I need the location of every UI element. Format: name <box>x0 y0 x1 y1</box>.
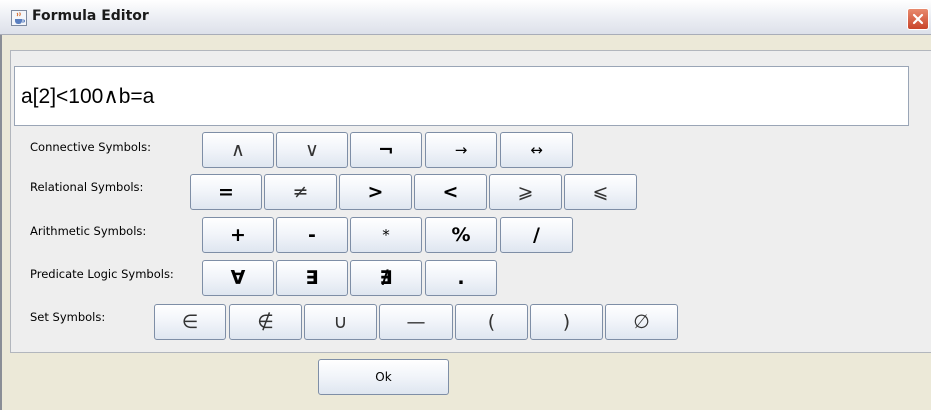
dot-symbol-button[interactable]: . <box>425 260 497 296</box>
close-paren-symbol-button[interactable]: ) <box>530 304 603 340</box>
not-equals-symbol-button[interactable]: ≠ <box>264 174 337 210</box>
greater-than-symbol-button[interactable]: > <box>339 174 412 210</box>
divide-symbol-button[interactable]: / <box>500 217 573 253</box>
not-element-of-symbol-button[interactable]: ∉ <box>229 304 302 340</box>
close-x-icon <box>912 13 924 25</box>
plus-symbol-button[interactable]: + <box>202 217 274 253</box>
equals-symbol-button[interactable]: = <box>190 174 262 210</box>
minus-symbol-button[interactable]: - <box>276 217 348 253</box>
java-cup-icon <box>11 10 27 26</box>
union-symbol-button[interactable]: ∪ <box>304 304 377 340</box>
multiply-symbol-button[interactable]: * <box>350 217 422 253</box>
window-title: Formula Editor <box>32 8 149 24</box>
empty-set-symbol-button[interactable]: ∅ <box>605 304 678 340</box>
open-paren-symbol-button[interactable]: ( <box>455 304 528 340</box>
connective-symbols-label: Connective Symbols: <box>30 140 151 154</box>
formula-input[interactable] <box>14 66 909 126</box>
and-symbol-button[interactable]: ∧ <box>202 132 274 168</box>
ok-button[interactable]: Ok <box>318 359 449 395</box>
not-symbol-button[interactable]: ¬ <box>350 132 422 168</box>
title-bar: Formula Editor <box>0 0 931 35</box>
or-symbol-button[interactable]: ∨ <box>276 132 348 168</box>
set-symbols-label: Set Symbols: <box>30 310 106 324</box>
close-button[interactable] <box>907 8 929 30</box>
iff-symbol-button[interactable]: ↔ <box>500 132 573 168</box>
greater-equal-symbol-button[interactable]: ⩾ <box>489 174 562 210</box>
element-of-symbol-button[interactable]: ∈ <box>154 304 226 340</box>
arithmetic-symbols-label: Arithmetic Symbols: <box>30 224 147 238</box>
implies-symbol-button[interactable]: → <box>425 132 497 168</box>
window-left-edge <box>0 35 2 410</box>
not-exists-symbol-button[interactable]: ∄ <box>350 260 422 296</box>
set-difference-symbol-button[interactable]: — <box>379 304 453 340</box>
modulo-symbol-button[interactable]: % <box>425 217 497 253</box>
less-equal-symbol-button[interactable]: ⩽ <box>564 174 637 210</box>
relational-symbols-label: Relational Symbols: <box>30 180 144 194</box>
exists-symbol-button[interactable]: ∃ <box>276 260 348 296</box>
for-all-symbol-button[interactable]: ∀ <box>202 260 274 296</box>
less-than-symbol-button[interactable]: < <box>414 174 487 210</box>
predicate-logic-symbols-label: Predicate Logic Symbols: <box>30 267 174 281</box>
